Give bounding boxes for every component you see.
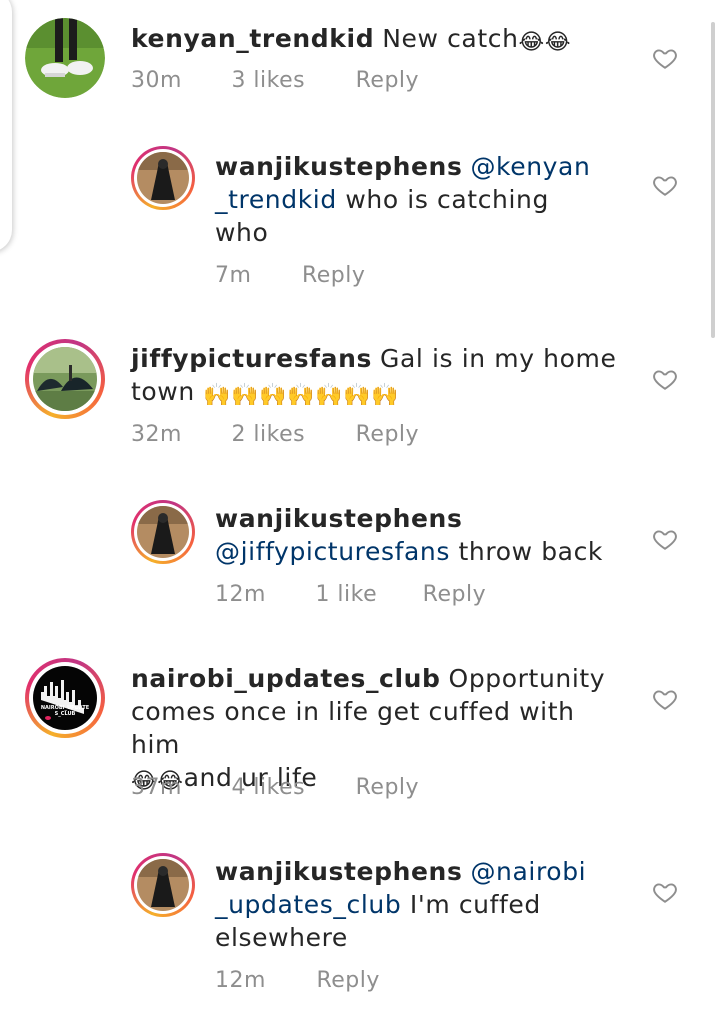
comment-meta: 30m 3 likes Reply bbox=[131, 67, 419, 95]
avatar[interactable] bbox=[131, 500, 195, 564]
heart-outline-icon[interactable] bbox=[652, 45, 678, 71]
heart-outline-icon[interactable] bbox=[652, 686, 678, 712]
comment-text: wanjikustephens @jiffypicturesfans throw… bbox=[215, 502, 635, 568]
avatar-photo: NAIROBI_UPDATE S_CLUB bbox=[33, 666, 97, 730]
comment-meta: 32m 2 likes Reply bbox=[131, 421, 419, 449]
comment-body: Gal is in my home bbox=[380, 344, 617, 373]
comment-likes[interactable]: 4 likes bbox=[231, 774, 305, 802]
avatar[interactable] bbox=[25, 18, 105, 98]
avatar[interactable] bbox=[131, 853, 195, 917]
avatar-photo bbox=[137, 152, 189, 204]
comment-time: 37m bbox=[131, 775, 182, 800]
comment-likes[interactable]: 1 like bbox=[315, 581, 377, 609]
scrollbar[interactable] bbox=[711, 22, 715, 338]
comment-body: I'm cuffed bbox=[409, 890, 541, 919]
edge-panel-handle[interactable] bbox=[0, 0, 12, 252]
comment-meta: 12m 1 like Reply bbox=[215, 581, 486, 609]
reply-button[interactable]: Reply bbox=[316, 967, 379, 995]
mention-link[interactable]: _trendkid bbox=[215, 185, 337, 214]
comment-text: wanjikustephens @kenyan _trendkid who is … bbox=[215, 150, 635, 249]
mention-link[interactable]: @kenyan bbox=[470, 152, 590, 181]
raising-hands-emoji: 🙌🙌🙌🙌🙌🙌🙌 bbox=[203, 383, 400, 408]
heart-outline-icon[interactable] bbox=[652, 526, 678, 552]
comment-body: who bbox=[215, 218, 269, 247]
comment-body: elsewhere bbox=[215, 923, 348, 952]
svg-text:S_CLUB: S_CLUB bbox=[55, 711, 76, 717]
comment-time: 12m bbox=[215, 968, 266, 993]
heart-outline-icon[interactable] bbox=[652, 172, 678, 198]
comment-time: 32m bbox=[131, 422, 182, 447]
mention-link[interactable]: _updates_club bbox=[215, 890, 401, 919]
avatar[interactable] bbox=[25, 339, 105, 419]
comment-meta: 7m Reply bbox=[215, 262, 365, 290]
comment-username[interactable]: wanjikustephens bbox=[215, 857, 462, 886]
comment-body: who is catching bbox=[345, 185, 549, 214]
comment-body: comes once in life get cuffed with him bbox=[131, 697, 575, 759]
comment-text: kenyan_trendkid New catch😂😂 bbox=[131, 22, 651, 56]
comment-body: New catch bbox=[382, 24, 519, 53]
comment-username[interactable]: kenyan_trendkid bbox=[131, 24, 374, 53]
heart-outline-icon[interactable] bbox=[652, 879, 678, 905]
comment-text: jiffypicturesfans Gal is in my home town … bbox=[131, 342, 631, 409]
reply-button[interactable]: Reply bbox=[356, 774, 419, 802]
comment-username[interactable]: wanjikustephens bbox=[215, 504, 462, 533]
comment-time: 12m bbox=[215, 582, 266, 607]
comment-likes[interactable]: 3 likes bbox=[231, 67, 305, 95]
comments-screen: kenyan_trendkid New catch😂😂 30m 3 likes R… bbox=[0, 0, 718, 1023]
avatar-photo bbox=[137, 506, 189, 558]
comment-body: throw back bbox=[458, 537, 604, 566]
avatar-photo bbox=[33, 347, 97, 411]
comment-body: town bbox=[131, 377, 195, 406]
comment-username[interactable]: wanjikustephens bbox=[215, 152, 462, 181]
comment-meta: 37m 4 likes Reply bbox=[131, 774, 419, 802]
avatar-photo bbox=[137, 859, 189, 911]
mention-link[interactable]: @jiffypicturesfans bbox=[215, 537, 450, 566]
comment-time: 7m bbox=[215, 263, 252, 288]
comment-time: 30m bbox=[131, 68, 182, 93]
comment-text: wanjikustephens @nairobi _updates_club I'… bbox=[215, 855, 635, 954]
comment-meta: 12m Reply bbox=[215, 967, 380, 995]
reply-button[interactable]: Reply bbox=[302, 262, 365, 290]
laughing-emoji: 😂😂 bbox=[518, 30, 572, 55]
avatar[interactable]: NAIROBI_UPDATE S_CLUB bbox=[25, 658, 105, 738]
comment-username[interactable]: jiffypicturesfans bbox=[131, 344, 372, 373]
reply-button[interactable]: Reply bbox=[356, 421, 419, 449]
reply-button[interactable]: Reply bbox=[423, 581, 486, 609]
comment-username[interactable]: nairobi_updates_club bbox=[131, 664, 441, 693]
comment-likes[interactable]: 2 likes bbox=[231, 421, 305, 449]
avatar-photo bbox=[25, 18, 105, 98]
reply-button[interactable]: Reply bbox=[356, 67, 419, 95]
avatar[interactable] bbox=[131, 146, 195, 210]
heart-outline-icon[interactable] bbox=[652, 366, 678, 392]
comment-body: Opportunity bbox=[448, 664, 606, 693]
mention-link[interactable]: @nairobi bbox=[470, 857, 586, 886]
